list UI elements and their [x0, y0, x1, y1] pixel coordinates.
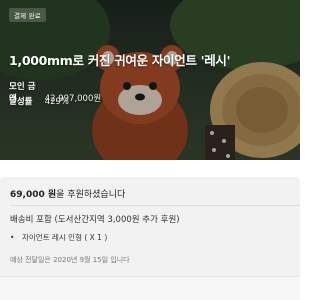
reward-item: • 자이언트 레시 인형 ( X 1 ) [10, 232, 107, 243]
achievement-rate-row: 달성률 429% [9, 95, 69, 107]
shipping-info: 배송비 포함 (도서산간지역 3,000원 추가 후원) [10, 215, 180, 225]
status-badge: 결제 완료 [9, 8, 46, 22]
achievement-rate-label: 달성률 [9, 97, 33, 107]
hero-banner: 결제 완료 1,000mm로 커진 귀여운 자이언트 '레시' 모인 금액 42… [0, 0, 300, 160]
pledge-amount: 69,000 원 [10, 190, 57, 200]
pledge-amount-line: 69,000 원을 후원하셨습니다 [10, 187, 125, 200]
project-title: 1,000mm로 커진 귀여운 자이언트 '레시' [9, 53, 231, 68]
reward-item-label: 자이언트 레시 인형 ( X 1 ) [22, 233, 108, 242]
achievement-rate-value: 429% [44, 97, 70, 107]
delivery-date: 예상 전달일은 2020년 9월 15일 입니다 [10, 256, 130, 264]
bottom-bar [0, 276, 300, 300]
bullet: • [10, 233, 15, 242]
pledge-summary-card: 69,000 원을 후원하셨습니다 배송비 포함 (도서산간지역 3,000원 … [0, 177, 300, 276]
pledge-suffix: 을 후원하셨습니다 [56, 190, 126, 200]
divider [10, 205, 300, 206]
